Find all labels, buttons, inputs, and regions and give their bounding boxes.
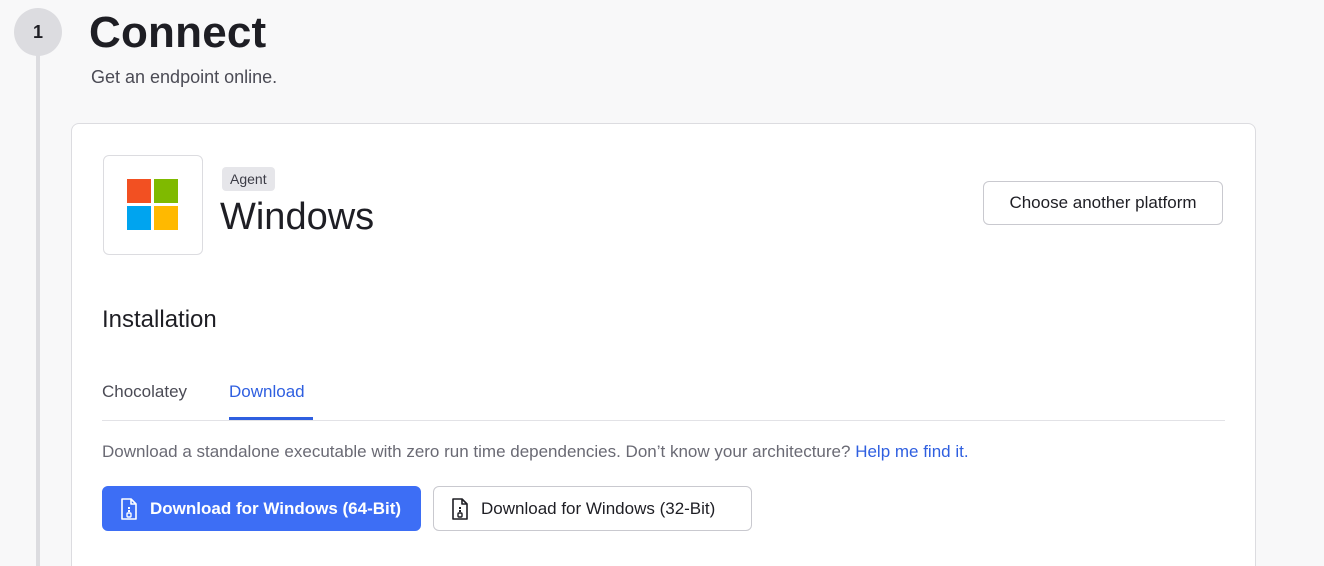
step-progress-line xyxy=(36,40,40,566)
windows-logo-icon xyxy=(127,179,178,230)
agent-badge: Agent xyxy=(222,167,275,191)
file-zip-icon xyxy=(120,497,138,520)
download-windows-64-button[interactable]: Download for Windows (64-Bit) xyxy=(102,486,421,531)
installation-tabs: Chocolatey Download xyxy=(102,374,1225,421)
step-title: Connect xyxy=(89,8,267,57)
platform-logo xyxy=(103,155,203,255)
tab-download[interactable]: Download xyxy=(229,374,313,420)
platform-name: Windows xyxy=(220,196,375,238)
file-zip-icon xyxy=(451,497,469,520)
download-32-label: Download for Windows (32-Bit) xyxy=(481,498,716,518)
step-number-badge: 1 xyxy=(14,8,62,56)
step-subtitle: Get an endpoint online. xyxy=(91,67,278,87)
connect-step-page: 1 Connect Get an endpoint online. Agent … xyxy=(0,0,1324,566)
download-description: Download a standalone executable with ze… xyxy=(102,442,1232,462)
installation-title: Installation xyxy=(102,306,217,333)
help-find-architecture-link[interactable]: Help me find it. xyxy=(855,442,968,461)
download-description-text: Download a standalone executable with ze… xyxy=(102,442,851,461)
download-64-label: Download for Windows (64-Bit) xyxy=(150,498,402,518)
choose-another-platform-button[interactable]: Choose another platform xyxy=(983,181,1223,225)
platform-card: Agent Windows Choose another platform In… xyxy=(71,123,1256,566)
download-windows-32-button[interactable]: Download for Windows (32-Bit) xyxy=(433,486,752,531)
tab-chocolatey[interactable]: Chocolatey xyxy=(102,374,202,418)
